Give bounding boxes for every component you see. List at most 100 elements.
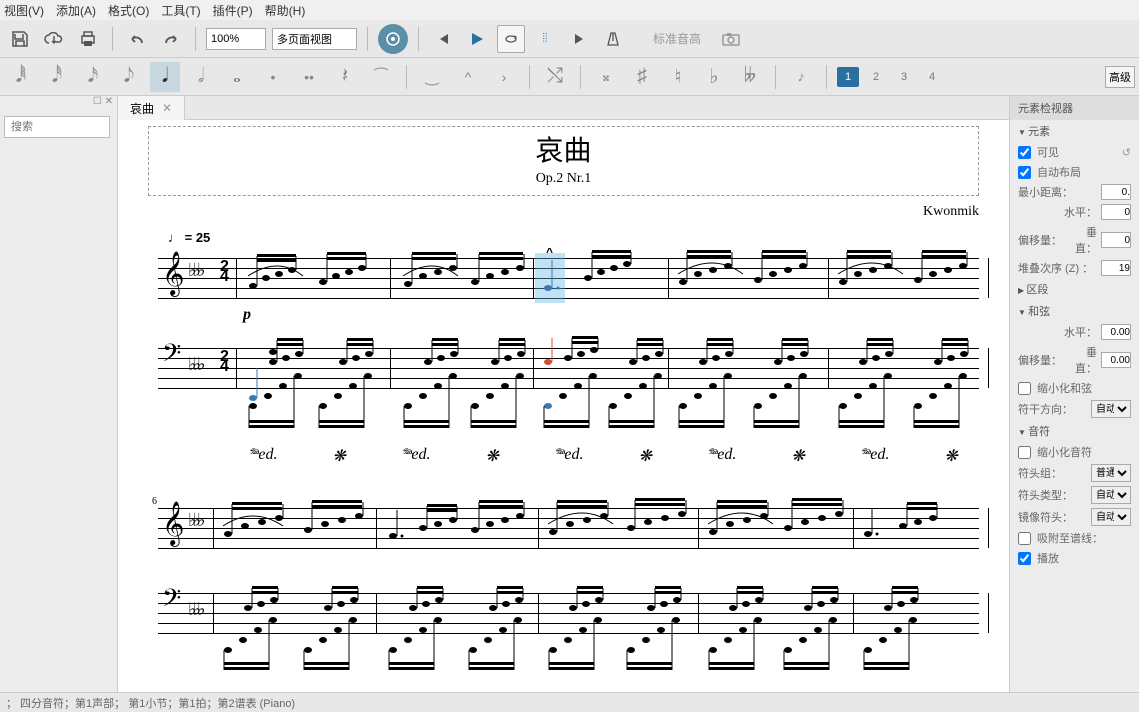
pedal-marks: 𝆮ed.❋ 𝆮ed.❋ 𝆮ed.❋ 𝆮ed.❋ 𝆮ed.❋	[248, 446, 958, 466]
whole-note-icon[interactable]: 𝅝	[222, 62, 252, 92]
status-bar: ； 四分音符；第1声部； 第1小节；第1拍；第2谱表 (Piano)	[0, 692, 1139, 712]
bass-notes-2	[158, 578, 1009, 678]
grace-note-icon[interactable]: 𝆔	[786, 62, 816, 92]
section-segment[interactable]: 区段	[1010, 278, 1139, 300]
marcato-icon[interactable]: ^	[453, 62, 483, 92]
bass-staff-2: 𝄢♭♭♭	[158, 593, 979, 633]
concert-pitch-button[interactable]	[378, 24, 408, 54]
score-canvas[interactable]: 哀曲 Op.2 Nr.1 Kwonmik ♩ = 25 𝄞 ♭♭♭ 24 p	[118, 120, 1009, 692]
menu-add[interactable]: 添加(A)	[56, 2, 96, 19]
menu-view[interactable]: 视图(V)	[4, 2, 44, 19]
visible-checkbox[interactable]	[1018, 146, 1031, 159]
metronome-icon[interactable]	[599, 25, 627, 53]
double-dot-icon[interactable]: ••	[294, 62, 324, 92]
16th-note-icon[interactable]: 𝅘𝅥𝅯	[78, 62, 108, 92]
stack-label: 堆叠次序 (Z) ：	[1018, 260, 1093, 276]
small-note-label: 缩小化音符	[1037, 444, 1092, 460]
small-note-checkbox[interactable]	[1018, 446, 1031, 459]
save-icon[interactable]	[6, 25, 34, 53]
sharp-icon[interactable]: ♯	[627, 62, 657, 92]
tab-label: 哀曲	[130, 100, 154, 117]
half-note-icon[interactable]: 𝅗𝅥	[186, 62, 216, 92]
play-icon[interactable]	[463, 25, 491, 53]
reset-icon[interactable]: ↺	[1122, 146, 1131, 159]
voice-3-button[interactable]: 3	[893, 67, 915, 87]
head-group-select[interactable]: 普通	[1091, 464, 1131, 482]
tie-icon[interactable]: ⁀	[366, 62, 396, 92]
64th-note-icon[interactable]: 𝅘𝅥𝅱	[6, 62, 36, 92]
voice-1-button[interactable]: 1	[837, 67, 859, 87]
palette-panel: ☐ ✕	[0, 96, 118, 692]
flat-icon[interactable]: ♭	[699, 62, 729, 92]
menu-format[interactable]: 格式(O)	[108, 2, 149, 19]
camera-icon[interactable]	[717, 25, 745, 53]
system-1: 𝄞 ♭♭♭ 24 p ^	[138, 258, 989, 388]
play-label: 播放	[1037, 550, 1059, 566]
treble-notes-2	[158, 498, 1009, 553]
section-note[interactable]: 音符	[1010, 420, 1139, 442]
section-chord[interactable]: 和弦	[1010, 300, 1139, 322]
quarter-note-icon[interactable]: 𝅘𝅥	[150, 62, 180, 92]
tab-close-icon[interactable]: ✕	[162, 101, 172, 115]
bass-notes-1	[158, 328, 1009, 438]
print-icon[interactable]	[74, 25, 102, 53]
menu-plugins[interactable]: 插件(P)	[213, 2, 253, 19]
dot-icon[interactable]: •	[258, 62, 288, 92]
flip-icon[interactable]: ⤭	[540, 62, 570, 92]
head-type-select[interactable]: 自动	[1091, 486, 1131, 504]
mirror-label: 镜像符头：	[1018, 509, 1073, 525]
mirror-select[interactable]: 自动	[1091, 508, 1131, 526]
double-flat-icon[interactable]: 𝄫	[735, 62, 765, 92]
menu-help[interactable]: 帮助(H)	[265, 2, 306, 19]
natural-icon[interactable]: ♮	[663, 62, 693, 92]
8th-note-icon[interactable]: 𝅘𝅥𝅮	[114, 62, 144, 92]
section-element[interactable]: 元素	[1010, 120, 1139, 142]
stack-input[interactable]	[1101, 260, 1131, 276]
voice-4-button[interactable]: 4	[921, 67, 943, 87]
advanced-button[interactable]: 高级	[1105, 66, 1135, 88]
chord-off-v-input[interactable]	[1101, 352, 1131, 368]
voice-2-button[interactable]: 2	[865, 67, 887, 87]
stem-dir-label: 符干方向：	[1018, 401, 1073, 417]
loop-out-icon[interactable]	[565, 25, 593, 53]
small-chord-checkbox[interactable]	[1018, 382, 1031, 395]
system-2: 6 𝄞♭♭♭	[138, 508, 989, 633]
snap-checkbox[interactable]	[1018, 532, 1031, 545]
palette-close-icon[interactable]: ☐ ✕	[0, 96, 117, 112]
redo-icon[interactable]	[157, 25, 185, 53]
accent-icon[interactable]: ›	[489, 62, 519, 92]
vert-label: 垂直：	[1066, 224, 1097, 256]
treble-staff-1: 𝄞 ♭♭♭ 24 p ^	[158, 258, 979, 298]
composer-text: Kwonmik	[138, 204, 989, 220]
undo-icon[interactable]	[123, 25, 151, 53]
offset-v-input[interactable]	[1101, 232, 1131, 248]
menu-tools[interactable]: 工具(T)	[161, 2, 200, 19]
rest-icon[interactable]: 𝄽	[330, 62, 360, 92]
loop-icon[interactable]	[497, 25, 525, 53]
cloud-upload-icon[interactable]	[40, 25, 68, 53]
main-area: ☐ ✕ 哀曲 ✕ 哀曲 Op.2 Nr.1 Kwonmik ♩ = 25	[0, 96, 1139, 692]
loop-in-icon[interactable]: ⦙⦙	[531, 25, 559, 53]
autolayout-label: 自动布局	[1037, 164, 1081, 180]
score-tab[interactable]: 哀曲 ✕	[118, 96, 185, 120]
stem-dir-select[interactable]: 自动	[1091, 400, 1131, 418]
chord-off-h-input[interactable]	[1101, 324, 1131, 340]
rewind-icon[interactable]	[429, 25, 457, 53]
play-checkbox[interactable]	[1018, 552, 1031, 565]
menu-bar: 视图(V) 添加(A) 格式(O) 工具(T) 插件(P) 帮助(H)	[0, 0, 1139, 20]
title-frame: 哀曲 Op.2 Nr.1	[148, 126, 979, 196]
search-input[interactable]	[4, 116, 110, 138]
double-sharp-icon[interactable]: 𝄪	[591, 62, 621, 92]
min-dist-input[interactable]	[1101, 184, 1131, 200]
inspector-title: 元素检视器	[1010, 96, 1139, 120]
horiz-label: 水平：	[1018, 204, 1097, 220]
measure-number: 6	[152, 496, 157, 507]
snap-label: 吸附至谱线：	[1037, 530, 1103, 546]
autolayout-checkbox[interactable]	[1018, 166, 1031, 179]
offset-h-input[interactable]	[1101, 204, 1131, 220]
treble-notes-1: ^	[158, 248, 1009, 308]
slur-icon[interactable]: ‿	[417, 62, 447, 92]
zoom-select[interactable]	[206, 28, 266, 50]
view-mode-select[interactable]	[272, 28, 357, 50]
32nd-note-icon[interactable]: 𝅘𝅥𝅰	[42, 62, 72, 92]
